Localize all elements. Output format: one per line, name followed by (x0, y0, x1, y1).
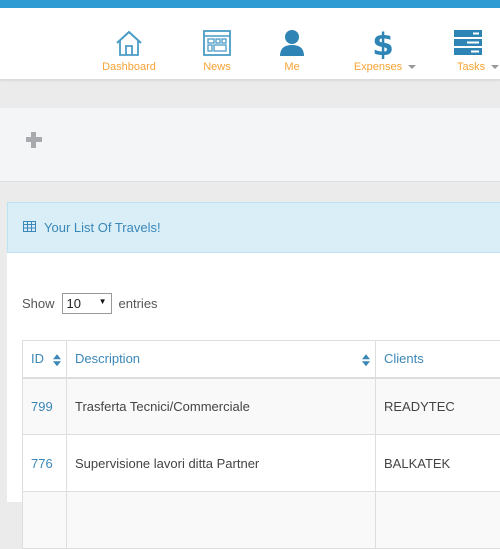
chevron-down-icon (491, 65, 499, 69)
table-row[interactable]: 776 Supervisione lavori ditta Partner BA… (23, 435, 500, 492)
travels-table: ID Description Clients 799 Trasferta Tec… (22, 340, 500, 549)
cell-description: Trasferta Tecnici/Commerciale (67, 378, 376, 435)
cell-description (67, 492, 376, 549)
nav-tasks[interactable]: Tasks (452, 8, 500, 80)
show-label: Show (22, 296, 55, 311)
column-header-clients[interactable]: Clients (376, 341, 500, 378)
entries-label: entries (119, 296, 158, 311)
header-nav: Dashboard News Me $ Expenses Tasks (0, 8, 500, 80)
table-row[interactable] (23, 492, 500, 549)
cell-client (376, 492, 500, 549)
nav-label: Dashboard (99, 61, 159, 73)
sort-icon (362, 354, 371, 366)
entries-select-wrap: 10 (55, 293, 119, 314)
user-icon (276, 28, 308, 58)
top-bar (0, 0, 500, 8)
nav-label: Tasks (452, 61, 500, 73)
nav-label: Expenses (350, 61, 420, 73)
sort-icon (53, 354, 62, 366)
nav-label: Me (277, 61, 307, 73)
tasks-icon (452, 28, 484, 58)
entries-select[interactable]: 10 (62, 293, 112, 314)
cell-id[interactable]: 799 (23, 378, 67, 435)
nav-me[interactable]: Me (277, 8, 307, 80)
table-header-row: ID Description Clients (23, 341, 500, 378)
entries-length-control: Show 10 entries (22, 293, 158, 314)
action-bar (0, 108, 500, 182)
table-row[interactable]: 799 Trasferta Tecnici/Commerciale READYT… (23, 378, 500, 435)
panel-heading: Your List Of Travels! (7, 202, 500, 253)
cell-client: READYTEC (376, 378, 500, 435)
nav-label: News (197, 61, 237, 73)
chevron-down-icon (408, 65, 416, 69)
column-header-id[interactable]: ID (23, 341, 67, 378)
newspaper-icon (201, 28, 233, 58)
cell-client: BALKATEK (376, 435, 500, 492)
svg-text:$: $ (372, 27, 394, 59)
panel-title: Your List Of Travels! (44, 220, 161, 235)
cell-id[interactable] (23, 492, 67, 549)
travels-panel: Your List Of Travels! Show 10 entries ID… (7, 202, 500, 502)
cell-description: Supervisione lavori ditta Partner (67, 435, 376, 492)
column-header-description[interactable]: Description (67, 341, 376, 378)
add-button[interactable] (24, 130, 44, 150)
home-icon (113, 28, 145, 58)
nav-dashboard[interactable]: Dashboard (99, 8, 159, 80)
table-icon (23, 219, 36, 237)
nav-news[interactable]: News (197, 8, 237, 80)
nav-expenses[interactable]: $ Expenses (350, 8, 420, 80)
cell-id[interactable]: 776 (23, 435, 67, 492)
dollar-icon: $ (367, 28, 399, 58)
